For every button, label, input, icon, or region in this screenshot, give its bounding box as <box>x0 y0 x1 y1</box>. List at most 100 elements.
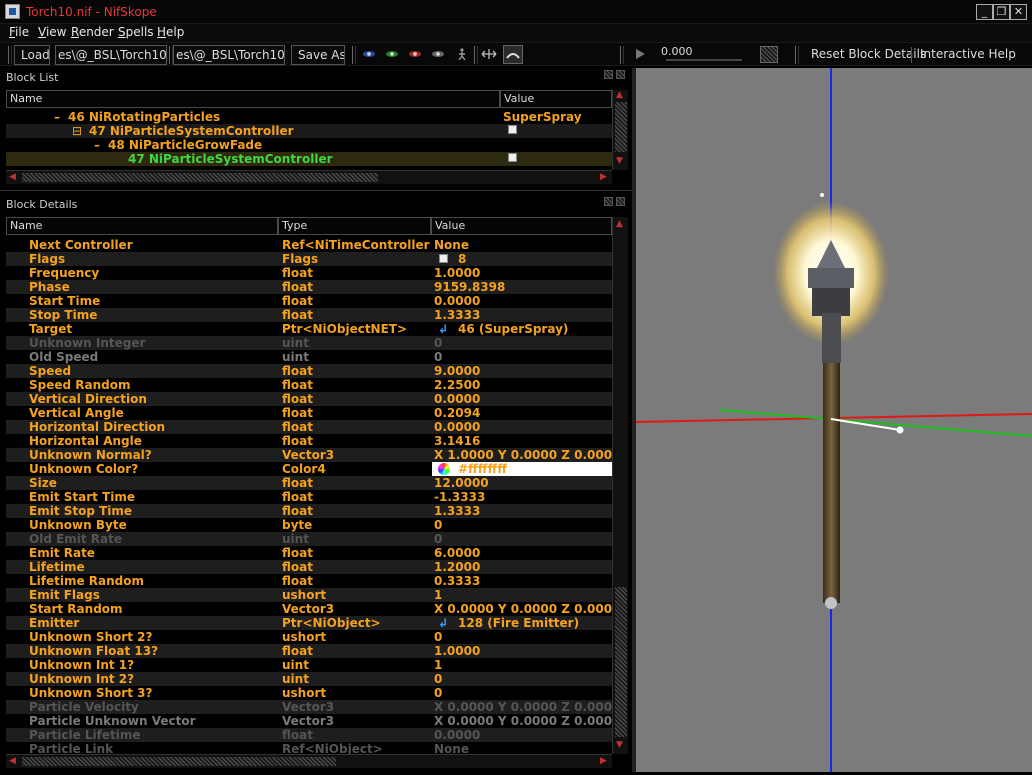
move-icon[interactable] <box>481 48 497 60</box>
toolbar-grip[interactable] <box>8 46 12 64</box>
detail-row[interactable]: Next Controller Ref<NiTimeController> None <box>6 238 612 252</box>
scroll-thumb[interactable] <box>615 587 627 737</box>
detail-row[interactable]: Emit Stop Time float 1.3333 <box>6 504 612 518</box>
detail-value[interactable]: None <box>434 238 612 252</box>
detail-value[interactable]: 0 <box>434 518 612 532</box>
detail-value[interactable]: 0.0000 <box>434 294 612 308</box>
detail-value[interactable]: 0.0000 <box>434 728 612 742</box>
save-path-field[interactable]: es\@_BSL\Torch10.nif <box>173 45 285 65</box>
block-list-row-selected[interactable]: 47 NiParticleSystemController <box>6 152 612 166</box>
block-list-header-value[interactable]: Value <box>500 90 612 108</box>
detail-value[interactable]: 46 (SuperSpray) <box>458 322 612 336</box>
detail-row[interactable]: Speed float 9.0000 <box>6 364 612 378</box>
toolbar-grip[interactable] <box>620 46 624 64</box>
detail-value[interactable]: 0 <box>434 686 612 700</box>
toolbar-grip[interactable] <box>352 46 356 64</box>
panel-float-icon[interactable] <box>604 70 613 79</box>
detail-value[interactable]: 1.3333 <box>434 504 612 518</box>
detail-value[interactable]: 0.2094 <box>434 406 612 420</box>
detail-row[interactable]: Start Random Vector3 X 0.0000 Y 0.0000 Z 0… <box>6 602 612 616</box>
detail-value[interactable]: X 0.0000 Y 0.0000 Z 0.0000 <box>434 602 612 616</box>
detail-row[interactable]: Stop Time float 1.3333 <box>6 308 612 322</box>
detail-row[interactable]: Start Time float 0.0000 <box>6 294 612 308</box>
close-button[interactable]: ✕ <box>1010 4 1027 20</box>
play-icon[interactable] <box>633 47 647 59</box>
block-details-vscroll[interactable]: ▲ ▼ <box>612 217 628 754</box>
time-slider[interactable] <box>666 59 742 61</box>
detail-value[interactable]: 0 <box>434 532 612 546</box>
menu-render[interactable]: Render <box>71 25 114 39</box>
reset-block-details-button[interactable]: Reset Block Details <box>811 47 926 61</box>
scroll-thumb[interactable] <box>615 102 627 152</box>
scroll-down-icon[interactable]: ▼ <box>616 156 623 166</box>
detail-row[interactable]: Unknown Byte byte 0 <box>6 518 612 532</box>
interactive-help-button[interactable]: Interactive Help <box>920 47 1016 61</box>
detail-row[interactable]: Lifetime Random float 0.3333 <box>6 574 612 588</box>
detail-value[interactable]: 0 <box>434 350 612 364</box>
detail-row[interactable]: Vertical Direction float 0.0000 <box>6 392 612 406</box>
panel-float-icon[interactable] <box>604 197 613 206</box>
eye-green-icon[interactable] <box>385 48 399 60</box>
panel-close-icon[interactable] <box>616 70 625 79</box>
load-path-field[interactable]: es\@_BSL\Torch10.nif <box>55 45 167 65</box>
panel-divider[interactable] <box>0 190 632 191</box>
detail-value[interactable]: 6.0000 <box>434 546 612 560</box>
detail-value[interactable]: 8 <box>458 252 612 266</box>
detail-row[interactable]: Particle Unknown Vector Vector3 X 0.0000 Y… <box>6 714 612 728</box>
tree-collapse-icon[interactable]: ⊟ <box>72 124 82 138</box>
scroll-right-icon[interactable]: ▶ <box>600 172 607 182</box>
detail-value[interactable]: X 0.0000 Y 0.0000 Z 0.0000 <box>434 714 612 728</box>
detail-row[interactable]: Frequency float 1.0000 <box>6 266 612 280</box>
detail-value[interactable]: 0.0000 <box>434 420 612 434</box>
scroll-right-icon[interactable]: ▶ <box>600 756 607 766</box>
detail-value[interactable]: 1.3333 <box>434 308 612 322</box>
scroll-thumb[interactable] <box>22 173 378 182</box>
walk-icon[interactable] <box>455 48 469 61</box>
detail-row[interactable]: Target Ptr<NiObjectNET> ↲ 46 (SuperSpray) <box>6 322 612 336</box>
detail-row[interactable]: Emit Start Time float -1.3333 <box>6 490 612 504</box>
scroll-up-icon[interactable]: ▲ <box>616 90 623 100</box>
detail-value[interactable]: 1.0000 <box>434 644 612 658</box>
detail-row[interactable]: Unknown Color? Color4 #ffffffff <box>6 462 612 476</box>
block-list-vscroll[interactable]: ▲ ▼ <box>612 90 628 170</box>
detail-value[interactable]: X 0.0000 Y 0.0000 Z 0.0000 <box>434 700 612 714</box>
loop-toggle-icon[interactable] <box>760 46 778 63</box>
detail-row[interactable]: Speed Random float 2.2500 <box>6 378 612 392</box>
scroll-left-icon[interactable]: ◀ <box>9 172 16 182</box>
menu-spells[interactable]: Spells <box>118 25 154 39</box>
detail-row[interactable]: Old Emit Rate uint 0 <box>6 532 612 546</box>
detail-value[interactable]: 1.2000 <box>434 560 612 574</box>
detail-row[interactable]: Vertical Angle float 0.2094 <box>6 406 612 420</box>
detail-row[interactable]: Emitter Ptr<NiObject> ↲ 128 (Fire Emitter) <box>6 616 612 630</box>
block-list-row[interactable]: – 46 NiRotatingParticles SuperSpray <box>6 110 612 124</box>
menu-file[interactable]: File <box>9 25 29 39</box>
block-details-hscroll[interactable]: ◀ ▶ <box>6 754 612 768</box>
detail-row[interactable]: Emit Flags ushort 1 <box>6 588 612 602</box>
detail-value[interactable]: 1.0000 <box>434 266 612 280</box>
scroll-up-icon[interactable]: ▲ <box>616 219 623 229</box>
eye-red-icon[interactable] <box>408 48 422 60</box>
detail-value[interactable]: 0.0000 <box>434 392 612 406</box>
eye-gray-icon[interactable] <box>431 48 445 60</box>
detail-row[interactable]: Particle Lifetime float 0.0000 <box>6 728 612 742</box>
color-value-field[interactable]: #ffffffff <box>432 462 612 476</box>
detail-value[interactable]: 1 <box>434 658 612 672</box>
link-arrow-icon[interactable]: ↲ <box>438 616 448 630</box>
detail-value[interactable]: 12.0000 <box>434 476 612 490</box>
block-list-hscroll[interactable]: ◀ ▶ <box>6 170 612 184</box>
detail-row[interactable]: Particle Velocity Vector3 X 0.0000 Y 0.000… <box>6 700 612 714</box>
detail-value[interactable]: 0.3333 <box>434 574 612 588</box>
scroll-thumb[interactable] <box>22 757 336 766</box>
view-mode-icon[interactable] <box>503 45 523 64</box>
detail-row[interactable]: Horizontal Angle float 3.1416 <box>6 434 612 448</box>
detail-value[interactable]: 9.0000 <box>434 364 612 378</box>
detail-value[interactable]: X 1.0000 Y 0.0000 Z 0.0000 <box>434 448 612 462</box>
menu-help[interactable]: Help <box>157 25 184 39</box>
block-list-row[interactable]: ⊟ 47 NiParticleSystemController <box>6 124 612 138</box>
eye-blue-icon[interactable] <box>362 48 376 60</box>
detail-row[interactable]: Size float 12.0000 <box>6 476 612 490</box>
detail-row[interactable]: Unknown Short 3? ushort 0 <box>6 686 612 700</box>
detail-value[interactable]: 128 (Fire Emitter) <box>458 616 612 630</box>
detail-value[interactable]: 0 <box>434 336 612 350</box>
block-details-header-name[interactable]: Name <box>6 217 278 235</box>
